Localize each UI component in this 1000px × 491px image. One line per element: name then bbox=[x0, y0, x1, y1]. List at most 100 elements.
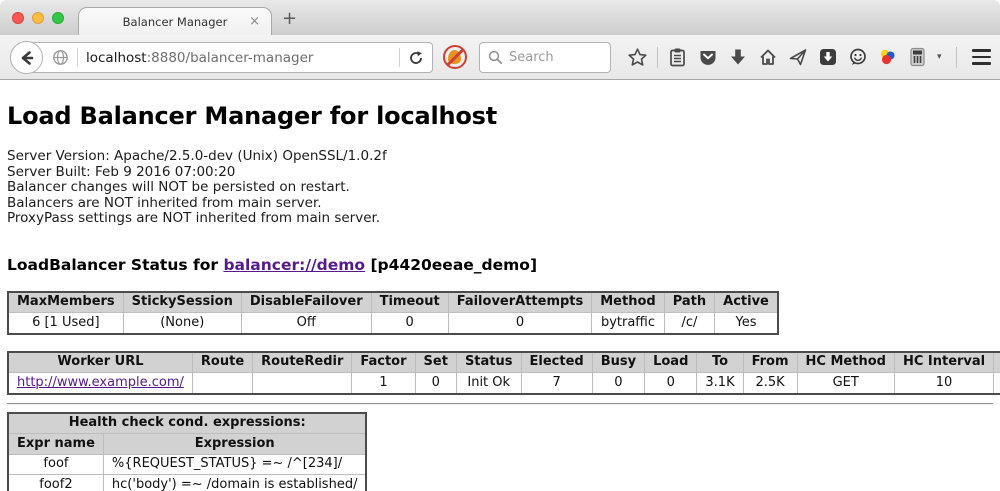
search-placeholder: Search bbox=[509, 50, 554, 65]
divider bbox=[657, 47, 658, 68]
cell-active: Yes bbox=[715, 313, 778, 334]
close-window-button[interactable] bbox=[12, 12, 24, 24]
cell-expr-name: foof2 bbox=[8, 475, 103, 491]
new-tab-button[interactable]: + bbox=[282, 8, 297, 29]
home-icon bbox=[758, 47, 778, 67]
col-maxmembers: MaxMembers bbox=[8, 292, 123, 313]
health-check-table: Health check cond. expressions: Expr nam… bbox=[7, 412, 367, 491]
chevron-down-icon[interactable]: ▾ bbox=[937, 52, 947, 62]
url-host: localhost bbox=[86, 50, 147, 66]
table-title-row: Health check cond. expressions: bbox=[8, 413, 366, 434]
col-method: Method bbox=[592, 292, 664, 313]
tab-strip: Balancer Manager × + bbox=[0, 0, 1000, 35]
cell-expression: %{REQUEST_STATUS} =~ /^[234]/ bbox=[103, 454, 366, 475]
tab-close-icon[interactable]: × bbox=[249, 14, 260, 29]
table-row: foof2 hc('body') =~ /domain is establish… bbox=[8, 475, 366, 491]
url-path: :8880/balancer-manager bbox=[147, 50, 314, 66]
toolbar-buttons: ▾ bbox=[627, 35, 1000, 79]
bookmarks-menu-icon bbox=[668, 47, 687, 68]
col-set: Set bbox=[415, 352, 456, 373]
col-busy: Busy bbox=[592, 352, 644, 373]
table-header-row: Worker URL Route RouteRedir Factor Set S… bbox=[8, 352, 1000, 373]
tab-title: Balancer Manager bbox=[123, 15, 228, 29]
col-hc-interval: HC Interval bbox=[894, 352, 993, 373]
col-to: To bbox=[697, 352, 743, 373]
url-text: localhost:8880/balancer-manager bbox=[86, 50, 313, 66]
status-heading-prefix: LoadBalancer Status for bbox=[7, 256, 223, 274]
reload-button[interactable] bbox=[408, 50, 424, 66]
extension-download-icon bbox=[818, 47, 838, 67]
col-disablefailover: DisableFailover bbox=[241, 292, 371, 313]
cell-expr-name: foof bbox=[8, 454, 103, 475]
cell-route bbox=[192, 373, 252, 394]
plugin-blocked-icon[interactable] bbox=[443, 45, 467, 69]
menu-button[interactable] bbox=[972, 49, 991, 64]
cell-timeout: 0 bbox=[371, 313, 448, 334]
tab-balancer-manager[interactable]: Balancer Manager × bbox=[78, 7, 272, 36]
col-route: Route bbox=[192, 352, 252, 373]
balancer-link[interactable]: balancer://demo bbox=[223, 256, 365, 274]
bookmarks-menu-button[interactable] bbox=[667, 45, 688, 69]
cell-factor: 1 bbox=[352, 373, 415, 394]
cell-failoverattempts: 0 bbox=[448, 313, 592, 334]
col-status: Status bbox=[456, 352, 521, 373]
page-content: Load Balancer Manager for localhost Serv… bbox=[0, 102, 1000, 491]
inherit-note: Balancers are NOT inherited from main se… bbox=[7, 196, 993, 212]
pocket-button[interactable] bbox=[697, 45, 718, 69]
window-controls bbox=[12, 12, 64, 24]
cell-expression: hc('body') =~ /domain is established/ bbox=[103, 475, 366, 491]
persist-note: Balancer changes will NOT be persisted o… bbox=[7, 180, 993, 196]
col-active: Active bbox=[715, 292, 778, 313]
cell-load: 0 bbox=[645, 373, 697, 394]
health-table-title: Health check cond. expressions: bbox=[8, 413, 366, 434]
page-title: Load Balancer Manager for localhost bbox=[7, 102, 993, 130]
col-load: Load bbox=[645, 352, 697, 373]
table-row: 6 [1 Used] (None) Off 0 0 bytraffic /c/ … bbox=[8, 313, 778, 334]
cell-path: /c/ bbox=[664, 313, 714, 334]
pocket-icon bbox=[698, 47, 718, 67]
col-stickysession: StickySession bbox=[123, 292, 241, 313]
col-routeredir: RouteRedir bbox=[253, 352, 352, 373]
col-expression: Expression bbox=[103, 434, 366, 455]
container-extension-icon bbox=[908, 46, 927, 68]
minimize-window-button[interactable] bbox=[32, 12, 44, 24]
downloadhelper-button[interactable] bbox=[877, 45, 898, 69]
cell-routeredir bbox=[253, 373, 352, 394]
browser-window: Balancer Manager × + localhost:8880/bala… bbox=[0, 0, 1000, 491]
col-hc-method: HC Method bbox=[797, 352, 894, 373]
col-failoverattempts: FailoverAttempts bbox=[448, 292, 592, 313]
server-info: Server Version: Apache/2.5.0-dev (Unix) … bbox=[7, 149, 993, 227]
cell-hc-method: GET bbox=[797, 373, 894, 394]
bookmark-star-button[interactable] bbox=[627, 45, 648, 69]
divider bbox=[7, 403, 993, 405]
navigation-toolbar: localhost:8880/balancer-manager Search bbox=[0, 35, 1000, 80]
col-worker-url: Worker URL bbox=[8, 352, 192, 373]
search-input[interactable]: Search bbox=[479, 42, 611, 73]
col-elected: Elected bbox=[521, 352, 592, 373]
search-icon bbox=[488, 50, 503, 65]
cell-maxmembers: 6 [1 Used] bbox=[8, 313, 123, 334]
send-icon bbox=[788, 47, 808, 67]
divider bbox=[956, 47, 957, 68]
downloads-button[interactable] bbox=[727, 45, 748, 69]
emoji-extension-icon bbox=[848, 47, 868, 67]
cell-busy: 0 bbox=[592, 373, 644, 394]
table-header-row: MaxMembers StickySession DisableFailover… bbox=[8, 292, 778, 313]
url-bar[interactable]: localhost:8880/balancer-manager bbox=[27, 42, 433, 73]
download-icon bbox=[728, 47, 748, 67]
server-built: Server Built: Feb 9 2016 07:00:20 bbox=[7, 165, 993, 181]
cell-disablefailover: Off bbox=[241, 313, 371, 334]
downloadhelper-icon bbox=[877, 47, 898, 68]
cell-to: 3.1K bbox=[697, 373, 743, 394]
worker-url-link[interactable]: http://www.example.com/ bbox=[17, 375, 184, 390]
home-button[interactable] bbox=[757, 45, 778, 69]
col-timeout: Timeout bbox=[371, 292, 448, 313]
status-heading: LoadBalancer Status for balancer://demo … bbox=[7, 256, 993, 274]
cell-stickysession: (None) bbox=[123, 313, 241, 334]
send-tab-button[interactable] bbox=[787, 45, 808, 69]
extension-download-button[interactable] bbox=[817, 45, 838, 69]
emoji-extension-button[interactable] bbox=[847, 45, 868, 69]
back-button[interactable] bbox=[10, 41, 43, 74]
container-extension-button[interactable] bbox=[907, 45, 928, 69]
zoom-window-button[interactable] bbox=[52, 12, 64, 24]
